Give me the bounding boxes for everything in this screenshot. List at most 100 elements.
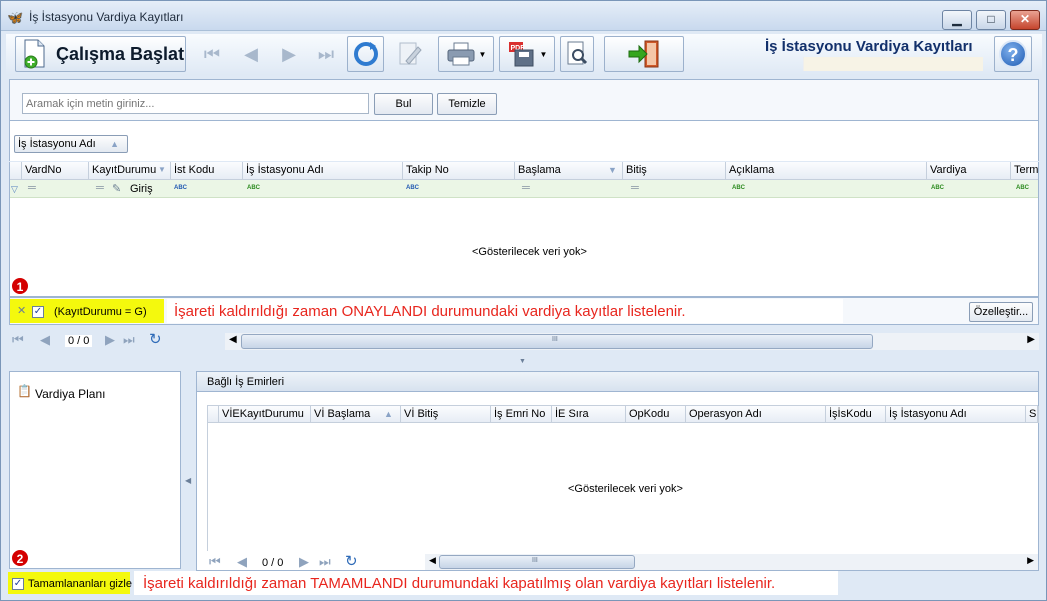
- annotation-badge-2: 2: [11, 549, 29, 567]
- ist-kodu-filter-abc[interactable]: ABC: [174, 185, 187, 191]
- hide-completed-checkbox[interactable]: ✓: [12, 578, 24, 590]
- status-filter-operator[interactable]: ═: [96, 182, 104, 194]
- last-record-button[interactable]: ⏭: [309, 36, 343, 72]
- left-panel-item[interactable]: Vardiya Planı: [35, 387, 105, 401]
- next-record-button[interactable]: ▶: [272, 36, 306, 72]
- column-header-is-istasyonu-adi[interactable]: İş İstasyonu Adı: [243, 162, 403, 179]
- annotation-note-1: İşareti kaldırıldığı zaman ONAYLANDI dur…: [174, 303, 686, 320]
- bottom-grid-body: <Gösterilecek veri yok>: [207, 423, 1038, 551]
- column-header-term[interactable]: Term: [1011, 162, 1038, 179]
- toolbar: Çalışma Başlat ⏮ ◀ ▶ ⏭ ▼ PDF ▼ İş İstasy…: [6, 34, 1042, 75]
- bottom-horizontal-scrollbar[interactable]: ◀ III ▶: [425, 554, 1038, 570]
- bottom-pager-next-icon[interactable]: ▶: [299, 554, 309, 570]
- bottom-pager-refresh-icon[interactable]: ↻: [345, 552, 358, 570]
- column-header-vardiya[interactable]: Vardiya: [927, 162, 1011, 179]
- bottom-sort-ascending-icon: ▲: [384, 409, 393, 419]
- search-panel: Bul Temizle: [9, 79, 1039, 121]
- clear-filter-icon[interactable]: ✕: [17, 304, 26, 317]
- bottom-col-is-istasyonu-adi[interactable]: İş İstasyonu Adı: [886, 406, 1026, 423]
- bottom-col-vi-bitis[interactable]: Vİ Bitiş: [401, 406, 491, 423]
- baslama-filter-operator[interactable]: ═: [522, 182, 530, 194]
- column-header-ist-kodu[interactable]: İst Kodu: [171, 162, 243, 179]
- prev-record-button[interactable]: ◀: [234, 36, 268, 72]
- find-button[interactable]: Bul: [374, 93, 433, 115]
- vardiya-filter-abc[interactable]: ABC: [931, 185, 944, 191]
- status-filter-value[interactable]: Giriş: [130, 183, 153, 195]
- sort-descending-icon: ▼: [608, 165, 617, 175]
- title-bar: 🦋 İş İstasyonu Vardiya Kayıtları ▁ □ ✕: [1, 1, 1046, 31]
- hide-completed-label[interactable]: Tamamlananları gizle: [28, 578, 132, 590]
- bottom-pager-last-icon[interactable]: ⏭: [319, 554, 331, 570]
- main-scroll-thumb[interactable]: III: [241, 334, 873, 349]
- column-header-takip-no[interactable]: Takip No: [403, 162, 515, 179]
- status-entry-icon: ✎: [112, 183, 122, 195]
- edit-icon: [399, 42, 422, 65]
- scroll-left-icon[interactable]: ◀: [229, 334, 237, 345]
- first-record-button[interactable]: ⏮: [195, 36, 229, 72]
- term-filter-abc[interactable]: ABC: [1016, 185, 1029, 191]
- bottom-col-s[interactable]: S: [1026, 406, 1039, 423]
- name-filter-abc[interactable]: ABC: [247, 185, 260, 191]
- bottom-col-opkodu[interactable]: OpKodu: [626, 406, 686, 423]
- pager-prev-icon[interactable]: ◀: [40, 332, 50, 348]
- bottom-scroll-thumb[interactable]: III: [439, 555, 635, 569]
- exit-button[interactable]: [604, 36, 684, 72]
- help-button[interactable]: ?: [994, 36, 1032, 72]
- close-button[interactable]: ✕: [1010, 10, 1040, 30]
- pager-first-icon[interactable]: ⏮: [12, 332, 24, 348]
- new-document-icon: [24, 39, 45, 69]
- clipboard-check-icon: 📋: [17, 384, 32, 398]
- bottom-scroll-left-icon[interactable]: ◀: [429, 555, 436, 566]
- refresh-button[interactable]: [347, 36, 384, 72]
- clear-button[interactable]: Temizle: [437, 93, 497, 115]
- filter-enabled-checkbox[interactable]: ✓: [32, 306, 44, 318]
- bottom-scroll-right-icon[interactable]: ▶: [1027, 555, 1034, 566]
- pager-refresh-icon[interactable]: ↻: [149, 330, 162, 348]
- bitis-filter-operator[interactable]: ═: [631, 182, 639, 194]
- bottom-pager-prev-icon[interactable]: ◀: [237, 554, 247, 570]
- column-header-baslama[interactable]: Başlama: [515, 162, 623, 179]
- takip-filter-abc[interactable]: ABC: [406, 185, 419, 191]
- pager-last-icon[interactable]: ⏭: [123, 332, 135, 348]
- minimize-button[interactable]: ▁: [942, 10, 972, 30]
- splitter-handle-icon[interactable]: ▼: [519, 358, 526, 365]
- main-horizontal-scrollbar[interactable]: ◀ III ▶: [225, 333, 1039, 350]
- bottom-pager-text: 0 / 0: [262, 557, 284, 569]
- bottom-col-isiskodu[interactable]: İşİsKodu: [826, 406, 886, 423]
- bottom-pager-first-icon[interactable]: ⏮: [209, 554, 221, 570]
- column-header-aciklama[interactable]: Açıklama: [726, 162, 927, 179]
- search-input[interactable]: [22, 93, 369, 114]
- bottom-grid-header: VİEKayıtDurumu Vİ Başlama ▲ Vİ Bitiş İş …: [207, 405, 1039, 423]
- bottom-col-vie-kayitdurumu[interactable]: VİEKayıtDurumu: [219, 406, 311, 423]
- help-icon: ?: [999, 40, 1027, 68]
- edit-button[interactable]: [392, 36, 428, 72]
- bottom-col-is-emri-no[interactable]: İş Emri No: [491, 406, 552, 423]
- bottom-col-operasyon-adi[interactable]: Operasyon Adı: [686, 406, 826, 423]
- pager-next-icon[interactable]: ▶: [105, 332, 115, 348]
- start-work-label: Çalışma Başlat: [56, 43, 185, 64]
- export-pdf-button[interactable]: PDF ▼: [499, 36, 555, 72]
- group-panel: İş İstasyonu Adı ▲: [9, 121, 1039, 161]
- collapse-left-icon[interactable]: ◀: [185, 476, 191, 485]
- grid-empty-message: <Gösterilecek veri yok>: [472, 246, 587, 258]
- start-work-button[interactable]: Çalışma Başlat: [15, 36, 186, 72]
- column-header-vardno[interactable]: VardNo: [22, 162, 89, 179]
- left-panel: 📋 Vardiya Planı: [9, 371, 181, 569]
- vardno-filter-operator[interactable]: ═: [28, 182, 36, 194]
- scroll-right-icon[interactable]: ▶: [1027, 334, 1035, 345]
- bottom-col-ie-sira[interactable]: İE Sıra: [552, 406, 626, 423]
- preview-button[interactable]: [560, 36, 594, 72]
- annotation-badge-1: 1: [11, 277, 29, 295]
- filter-expression[interactable]: (KayıtDurumu = G): [54, 306, 147, 318]
- group-column-chip[interactable]: İş İstasyonu Adı ▲: [14, 135, 128, 153]
- window-title: İş İstasyonu Vardiya Kayıtları: [29, 10, 184, 24]
- header-info-strip: [803, 57, 983, 71]
- bottom-tab-label[interactable]: Bağlı İş Emirleri: [207, 376, 284, 388]
- customize-filter-button[interactable]: Özelleştir...: [969, 302, 1033, 322]
- maximize-button[interactable]: □: [976, 10, 1006, 30]
- column-header-bitis[interactable]: Bitiş: [623, 162, 726, 179]
- aciklama-filter-abc[interactable]: ABC: [732, 185, 745, 191]
- exit-door-icon: [628, 40, 659, 68]
- bottom-scroll-grip: III: [532, 557, 538, 564]
- print-button[interactable]: ▼: [438, 36, 494, 72]
